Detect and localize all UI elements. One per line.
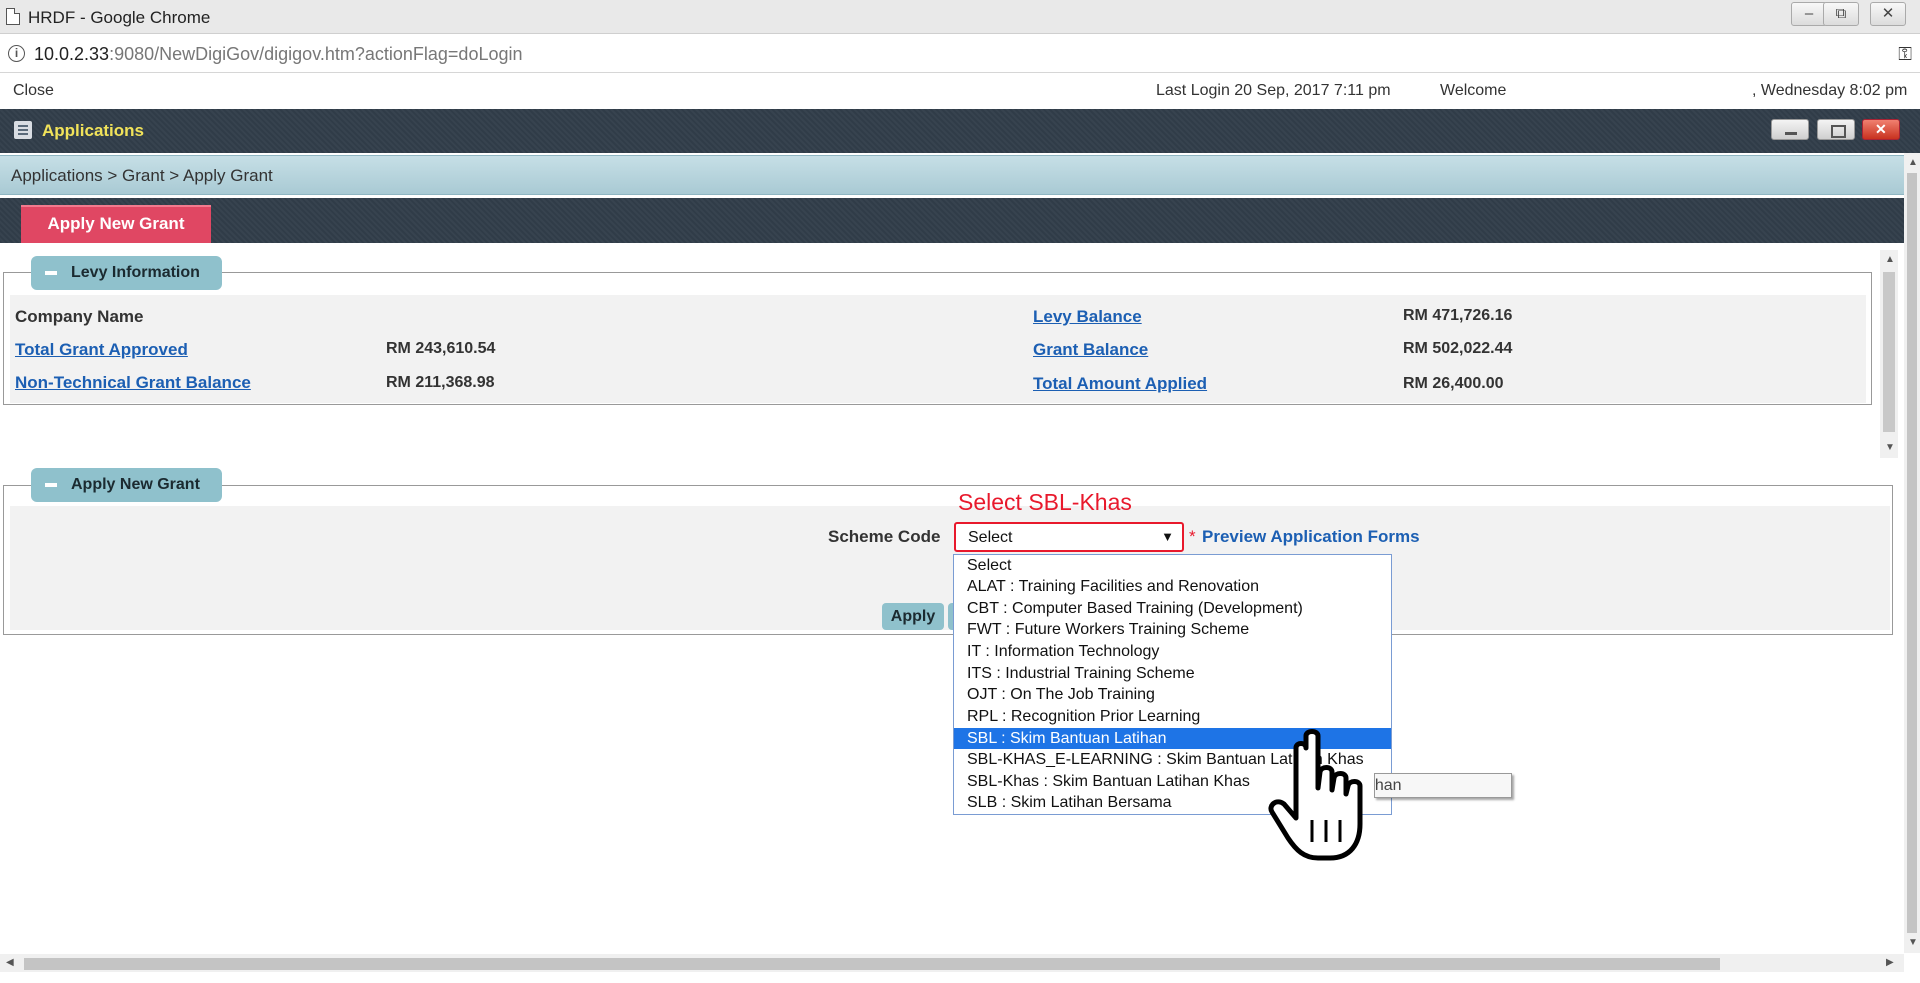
page-horizontal-thumb[interactable] xyxy=(24,958,1720,970)
non-technical-grant-balance-value: RM 211,368.98 xyxy=(386,374,495,391)
total-grant-approved-link[interactable]: Total Grant Approved xyxy=(15,340,188,360)
applications-bar: Applications xyxy=(0,109,1920,153)
panel-minimize-button[interactable] xyxy=(1771,119,1809,140)
collapse-icon xyxy=(45,483,57,487)
tab-bar: Apply New Grant xyxy=(0,198,1904,243)
breadcrumb-text: Applications > Grant > Apply Grant xyxy=(11,166,273,185)
page-horizontal-scrollbar[interactable]: ◀ ▶ xyxy=(0,954,1904,972)
page-scroll-right-icon[interactable]: ▶ xyxy=(1886,957,1894,968)
option-ojt[interactable]: OJT : On The Job Training xyxy=(954,684,1391,705)
page-scroll-up-icon[interactable]: ▲ xyxy=(1908,157,1918,168)
non-technical-grant-balance-link[interactable]: Non-Technical Grant Balance xyxy=(15,373,251,393)
scroll-down-icon[interactable]: ▼ xyxy=(1885,442,1895,453)
scheme-code-select[interactable]: Select ▼ xyxy=(954,522,1184,552)
hand-cursor-icon xyxy=(1268,729,1363,861)
option-cbt[interactable]: CBT : Computer Based Training (Developme… xyxy=(954,598,1391,619)
close-link[interactable]: Close xyxy=(13,82,54,100)
total-amount-applied-value: RM 26,400.00 xyxy=(1403,375,1504,392)
page-icon xyxy=(6,8,20,25)
option-tooltip: SBL : Skim Bantuan Latihan xyxy=(1374,773,1512,798)
tab-apply-new-grant[interactable]: Apply New Grant xyxy=(21,205,211,243)
option-fwt[interactable]: FWT : Future Workers Training Scheme xyxy=(954,619,1391,640)
option-select[interactable]: Select xyxy=(954,555,1391,576)
bottom-strip xyxy=(0,972,1920,983)
browser-title-bar: HRDF - Google Chrome – ⧉ ✕ xyxy=(0,0,1920,34)
dropdown-arrow-icon: ▼ xyxy=(1161,529,1174,544)
option-rpl[interactable]: RPL : Recognition Prior Learning xyxy=(954,706,1391,727)
breadcrumb: Applications > Grant > Apply Grant xyxy=(0,155,1904,195)
panel-close-button[interactable] xyxy=(1862,119,1900,140)
total-amount-applied-link[interactable]: Total Amount Applied xyxy=(1033,374,1207,394)
scheme-code-label: Scheme Code xyxy=(828,527,941,546)
welcome-text: Welcome xyxy=(1440,82,1507,99)
option-it[interactable]: IT : Information Technology xyxy=(954,641,1391,662)
key-icon[interactable]: ⚿ xyxy=(1898,44,1912,65)
info-icon[interactable]: i xyxy=(8,45,25,62)
annotation-text: Select SBL-Khas xyxy=(958,489,1132,515)
total-grant-approved-value: RM 243,610.54 xyxy=(386,340,496,357)
url-text[interactable]: 10.0.2.33:9080/NewDigiGov/digigov.htm?ac… xyxy=(34,44,523,65)
levy-information-toggle[interactable]: Levy Information xyxy=(31,256,222,290)
levy-balance-link[interactable]: Levy Balance xyxy=(1033,307,1142,327)
page-scroll-left-icon[interactable]: ◀ xyxy=(6,957,14,968)
company-name-label: Company Name xyxy=(15,307,144,326)
option-alat[interactable]: ALAT : Training Facilities and Renovatio… xyxy=(954,576,1391,597)
minimize-button[interactable]: – xyxy=(1791,2,1827,26)
option-its[interactable]: ITS : Industrial Training Scheme xyxy=(954,663,1391,684)
apply-button[interactable]: Apply xyxy=(882,603,944,630)
scheme-code-selected-value: Select xyxy=(968,529,1013,546)
grant-balance-link[interactable]: Grant Balance xyxy=(1033,340,1148,360)
applications-title: Applications xyxy=(42,121,145,140)
url-path: :9080/NewDigiGov/digigov.htm?actionFlag=… xyxy=(109,44,523,64)
preview-application-forms-link[interactable]: Preview Application Forms xyxy=(1202,527,1420,547)
date-time-text: , Wednesday 8:02 pm xyxy=(1752,82,1908,99)
minimize-icon: – xyxy=(1804,5,1814,22)
page-scroll-down-icon[interactable]: ▼ xyxy=(1908,937,1918,948)
window-title: HRDF - Google Chrome xyxy=(28,8,211,27)
levy-information-legend: Levy Information xyxy=(71,264,200,281)
levy-scrollbar[interactable]: ▲ ▼ xyxy=(1880,250,1898,458)
scroll-up-icon[interactable]: ▲ xyxy=(1885,254,1895,265)
applications-icon xyxy=(14,121,32,139)
close-window-button[interactable]: ✕ xyxy=(1870,2,1906,26)
restore-icon: ⧉ xyxy=(1835,5,1847,22)
close-icon: ✕ xyxy=(1881,5,1895,22)
required-marker: * xyxy=(1189,527,1196,546)
url-host: 10.0.2.33 xyxy=(34,44,110,64)
collapse-icon xyxy=(45,271,57,275)
apply-new-grant-legend: Apply New Grant xyxy=(71,476,200,493)
levy-scrollbar-thumb[interactable] xyxy=(1883,272,1895,432)
grant-balance-value: RM 502,022.44 xyxy=(1403,340,1513,357)
apply-new-grant-toggle[interactable]: Apply New Grant xyxy=(31,468,222,502)
panel-maximize-button[interactable] xyxy=(1817,119,1855,140)
page-vertical-scrollbar[interactable]: ▲ ▼ xyxy=(1904,153,1920,953)
last-login-text: Last Login 20 Sep, 2017 7:11 pm xyxy=(1156,82,1391,99)
address-bar[interactable]: i 10.0.2.33:9080/NewDigiGov/digigov.htm?… xyxy=(0,35,1920,73)
page-vertical-thumb[interactable] xyxy=(1907,173,1917,933)
session-strip: Close Last Login 20 Sep, 2017 7:11 pm We… xyxy=(0,74,1920,109)
restore-button[interactable]: ⧉ xyxy=(1823,2,1859,26)
levy-balance-value: RM 471,726.16 xyxy=(1403,307,1513,324)
levy-information-body xyxy=(10,295,1866,403)
